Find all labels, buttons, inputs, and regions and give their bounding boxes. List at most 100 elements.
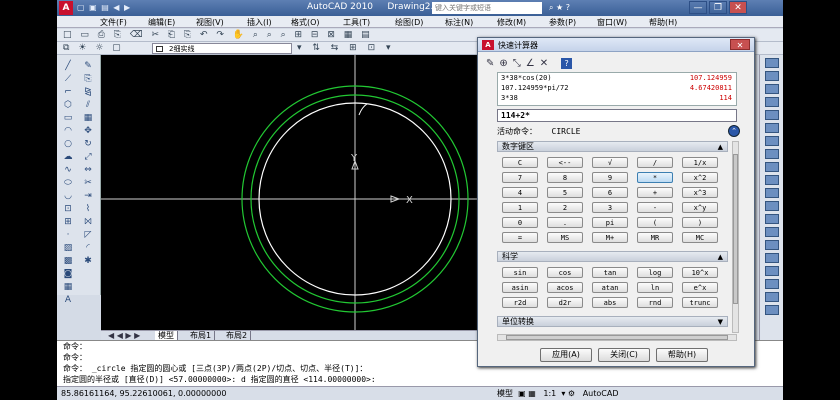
key-r2d[interactable]: r2d bbox=[502, 297, 538, 308]
tool-icon[interactable] bbox=[765, 201, 779, 211]
menu-item-help[interactable]: 帮助(H) bbox=[649, 17, 677, 28]
model-toggle[interactable]: 模型 bbox=[497, 389, 513, 398]
vertical-scrollbar[interactable] bbox=[732, 141, 739, 333]
tool-icon[interactable] bbox=[765, 97, 779, 107]
hatch-icon[interactable]: ▨ bbox=[61, 243, 75, 254]
key-power[interactable]: x^y bbox=[682, 202, 718, 213]
tool-icon[interactable] bbox=[765, 214, 779, 224]
key-cos[interactable]: cos bbox=[547, 267, 583, 278]
history-row[interactable]: 107.124959*pi/72 4.67420811 bbox=[498, 83, 736, 93]
menu-item-parametric[interactable]: 参数(P) bbox=[549, 17, 576, 28]
break-icon[interactable]: ⌇ bbox=[81, 204, 95, 215]
spline-icon[interactable]: ∿ bbox=[61, 165, 75, 176]
horizontal-scrollbar[interactable] bbox=[497, 334, 737, 341]
key-acos[interactable]: acos bbox=[547, 282, 583, 293]
key-open-paren[interactable]: ( bbox=[637, 217, 673, 228]
extend-icon[interactable]: ⇥ bbox=[81, 191, 95, 202]
key-close-paren[interactable]: ) bbox=[682, 217, 718, 228]
key-trunc[interactable]: trunc bbox=[682, 297, 718, 308]
key-memory-clear[interactable]: MC bbox=[682, 232, 718, 243]
key-d2r[interactable]: d2r bbox=[547, 297, 583, 308]
minimize-button[interactable]: — bbox=[689, 1, 707, 14]
help-icon[interactable]: ? bbox=[561, 58, 573, 69]
key-4[interactable]: 4 bbox=[502, 187, 538, 198]
key-abs[interactable]: abs bbox=[592, 297, 628, 308]
tool-icon[interactable] bbox=[765, 58, 779, 68]
collapse-icon[interactable]: ⌃ bbox=[728, 125, 740, 137]
mirror-icon[interactable]: ⧎ bbox=[81, 87, 95, 98]
key-backspace[interactable]: <-- bbox=[547, 157, 583, 168]
key-memory-store[interactable]: MS bbox=[547, 232, 583, 243]
close-button[interactable]: ✕ bbox=[729, 1, 747, 14]
right-toolbar[interactable] bbox=[759, 55, 783, 340]
key-sqrt[interactable]: √ bbox=[592, 157, 628, 168]
tab-model[interactable]: 模型 bbox=[155, 331, 178, 340]
search-input[interactable]: 键入关键字或短语 bbox=[432, 2, 542, 14]
xline-icon[interactable]: ⟋ bbox=[61, 74, 75, 85]
tool-icon[interactable] bbox=[765, 84, 779, 94]
intersect-icon[interactable]: ✕ bbox=[540, 58, 553, 69]
line-icon[interactable]: ╱ bbox=[61, 61, 75, 72]
polyline-icon[interactable]: ⌐ bbox=[61, 87, 75, 98]
copy-icon[interactable]: ⎘ bbox=[81, 74, 95, 85]
key-multiply[interactable]: * bbox=[637, 172, 673, 183]
stretch-icon[interactable]: ⇔ bbox=[81, 165, 95, 176]
menu-item-window[interactable]: 窗口(W) bbox=[597, 17, 627, 28]
tab-layout1[interactable]: 布局1 bbox=[187, 331, 216, 340]
arc-icon[interactable]: ◠ bbox=[61, 126, 75, 137]
tool-icon[interactable] bbox=[765, 149, 779, 159]
array-icon[interactable]: ▦ bbox=[81, 113, 95, 124]
key-reciprocal[interactable]: 1/x bbox=[682, 157, 718, 168]
layer-state-icons[interactable]: ⧉ ☀ ☼ ▢ bbox=[63, 43, 124, 53]
menu-item-tools[interactable]: 工具(T) bbox=[343, 17, 370, 28]
key-memory-recall[interactable]: MR bbox=[637, 232, 673, 243]
key-0[interactable]: 0 bbox=[502, 217, 538, 228]
key-5[interactable]: 5 bbox=[547, 187, 583, 198]
ellipse-arc-icon[interactable]: ◡ bbox=[61, 191, 75, 202]
help-button[interactable]: 帮助(H) bbox=[656, 348, 708, 362]
key-atan[interactable]: atan bbox=[592, 282, 628, 293]
point-icon[interactable]: · bbox=[61, 230, 75, 241]
quickcalc-close-button[interactable]: ✕ bbox=[730, 39, 750, 50]
move-icon[interactable]: ✥ bbox=[81, 126, 95, 137]
tool-icon[interactable] bbox=[765, 279, 779, 289]
scroll-thumb[interactable] bbox=[733, 154, 738, 304]
eraser-icon[interactable]: ✎ bbox=[486, 58, 499, 69]
key-cube[interactable]: x^3 bbox=[682, 187, 718, 198]
annotation-scale[interactable]: 1:1 bbox=[543, 389, 556, 398]
tool-icon[interactable] bbox=[765, 188, 779, 198]
key-3[interactable]: 3 bbox=[592, 202, 628, 213]
offset-icon[interactable]: ⫽ bbox=[81, 100, 95, 111]
ellipse-icon[interactable]: ⬭ bbox=[61, 178, 75, 189]
key-divide[interactable]: / bbox=[637, 157, 673, 168]
table-icon[interactable]: ▦ bbox=[61, 282, 75, 293]
polygon-icon[interactable]: ⬡ bbox=[61, 100, 75, 111]
tool-icon[interactable] bbox=[765, 240, 779, 250]
key-1[interactable]: 1 bbox=[502, 202, 538, 213]
modify-tools-column[interactable]: ✎ ⎘ ⧎ ⫽ ▦ ✥ ↻ ⤢ ⇔ ✂ ⇥ ⌇ ⨝ ◸ ◜ ✱ bbox=[79, 61, 97, 269]
menu-item-edit[interactable]: 编辑(E) bbox=[148, 17, 175, 28]
expression-input[interactable]: 114+2* bbox=[497, 109, 737, 122]
key-decimal[interactable]: . bbox=[547, 217, 583, 228]
key-plus[interactable]: + bbox=[637, 187, 673, 198]
distance-icon[interactable]: ⤡ bbox=[513, 58, 526, 69]
pick-point-icon[interactable]: ⊕ bbox=[499, 58, 512, 69]
key-2[interactable]: 2 bbox=[547, 202, 583, 213]
tool-icon[interactable] bbox=[765, 123, 779, 133]
key-7[interactable]: 7 bbox=[502, 172, 538, 183]
tool-icon[interactable] bbox=[765, 227, 779, 237]
key-tan[interactable]: tan bbox=[592, 267, 628, 278]
key-pi[interactable]: pi bbox=[592, 217, 628, 228]
tool-icon[interactable] bbox=[765, 71, 779, 81]
rotate-icon[interactable]: ↻ bbox=[81, 139, 95, 150]
insert-block-icon[interactable]: ⊡ bbox=[61, 204, 75, 215]
tab-nav-arrows[interactable]: ◀ ◀ ▶ ▶ bbox=[105, 331, 143, 340]
region-icon[interactable]: ◙ bbox=[61, 269, 75, 280]
history-row[interactable]: 3*38 114 bbox=[498, 93, 736, 103]
menu-item-dimension[interactable]: 标注(N) bbox=[445, 17, 473, 28]
quickcalc-title-bar[interactable]: A 快速计算器 ✕ bbox=[478, 38, 754, 52]
key-log[interactable]: log bbox=[637, 267, 673, 278]
unit-conversion-header[interactable]: 单位转换 ▼ bbox=[497, 316, 728, 327]
key-6[interactable]: 6 bbox=[592, 187, 628, 198]
key-ten-power[interactable]: 10^x bbox=[682, 267, 718, 278]
